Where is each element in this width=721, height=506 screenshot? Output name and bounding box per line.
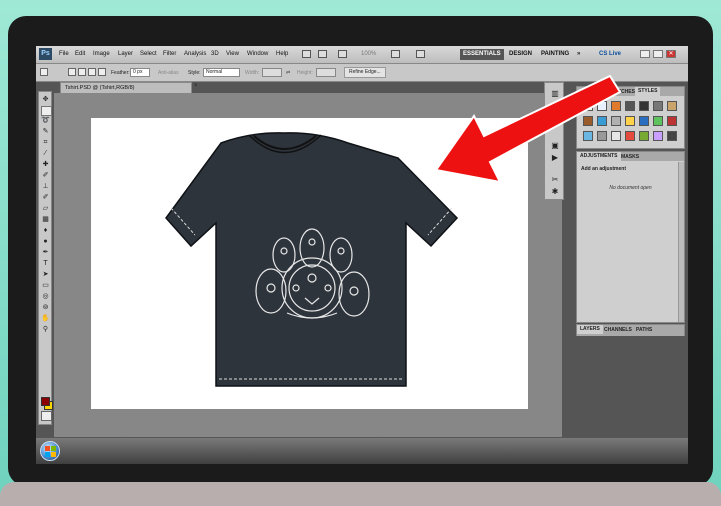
move-tool-icon[interactable]: ✥ [41, 96, 50, 104]
eyedropper-tool-icon[interactable]: ⁄ [41, 150, 50, 158]
menu-image[interactable]: Image [93, 51, 110, 57]
marquee-tool-preset-icon[interactable] [40, 68, 48, 76]
workspace-design[interactable]: DESIGN [506, 49, 535, 60]
feather-label: Feather: [111, 70, 130, 76]
menu-bar: Ps File Edit Image Layer Select Filter A… [36, 46, 688, 64]
view-extras-icon[interactable] [338, 50, 347, 58]
cs-live-button[interactable]: CS Live [599, 51, 621, 57]
type-tool-icon[interactable]: T [41, 260, 50, 268]
quick-select-tool-icon[interactable]: ✎ [41, 128, 50, 136]
close-icon[interactable]: ✕ [666, 50, 676, 58]
width-input[interactable] [262, 68, 282, 77]
red-arrow-icon [434, 74, 622, 184]
layers-panel: LAYERS CHANNELS PATHS [576, 324, 685, 336]
style-swatch[interactable] [639, 131, 649, 141]
workspace-painting[interactable]: PAINTING [538, 49, 572, 60]
laptop-base [0, 482, 721, 506]
menu-select[interactable]: Select [140, 51, 157, 57]
photoshop-logo[interactable]: Ps [39, 48, 52, 60]
height-input[interactable] [316, 68, 336, 77]
document-close-icon[interactable]: × [194, 83, 198, 89]
menu-edit[interactable]: Edit [75, 51, 85, 57]
workspace-more[interactable]: » [574, 49, 583, 60]
style-swatch[interactable] [653, 131, 663, 141]
foreground-color-swatch[interactable] [41, 397, 50, 406]
tab-paths[interactable]: PATHS [636, 327, 652, 333]
tshirt-body [165, 132, 459, 387]
intersect-selection-icon[interactable] [98, 68, 106, 76]
tab-channels[interactable]: CHANNELS [604, 327, 632, 333]
style-swatch[interactable] [667, 116, 677, 126]
tab-layers[interactable]: LAYERS [577, 325, 603, 334]
tab-styles[interactable]: STYLES [635, 87, 661, 96]
clone-stamp-tool-icon[interactable]: ⊥ [41, 183, 50, 191]
maximize-icon[interactable] [653, 50, 663, 58]
windows-start-orb-icon[interactable] [40, 441, 60, 461]
new-selection-icon[interactable] [68, 68, 76, 76]
arrange-documents-icon[interactable] [391, 50, 400, 58]
style-swatch[interactable] [653, 116, 663, 126]
shape-tool-icon[interactable]: ▭ [41, 282, 50, 290]
pen-tool-icon[interactable]: ✒ [41, 249, 50, 257]
style-swatch[interactable] [653, 101, 663, 111]
style-swatch[interactable] [667, 101, 677, 111]
height-label: Height: [297, 70, 313, 76]
menu-3d[interactable]: 3D [211, 51, 219, 57]
menu-analysis[interactable]: Analysis [184, 51, 206, 57]
brush-tool-icon[interactable]: ✐ [41, 172, 50, 180]
path-select-tool-icon[interactable]: ➤ [41, 271, 50, 279]
3d-rotate-tool-icon[interactable]: ◎ [41, 293, 50, 301]
3d-orbit-tool-icon[interactable]: ⊚ [41, 304, 50, 312]
windows-taskbar [36, 438, 688, 464]
healing-brush-tool-icon[interactable]: ✚ [41, 161, 50, 169]
style-select[interactable]: Normal [203, 68, 240, 77]
workspace-essentials[interactable]: ESSENTIALS [460, 49, 504, 60]
layers-panel-tabs: LAYERS CHANNELS PATHS [577, 325, 684, 336]
zoom-level[interactable]: 100% [361, 51, 376, 57]
antialias-checkbox[interactable]: Anti-alias [158, 70, 179, 76]
zoom-tool-icon[interactable]: ⚲ [41, 326, 50, 334]
feather-input[interactable]: 0 px [130, 68, 150, 77]
bridge-icon[interactable] [302, 50, 311, 58]
menu-window[interactable]: Window [247, 51, 268, 57]
swap-icon[interactable]: ⇄ [286, 70, 290, 76]
eraser-tool-icon[interactable]: ▱ [41, 205, 50, 213]
adjustments-scrollbar[interactable] [678, 162, 684, 322]
marquee-tool-icon[interactable] [41, 106, 52, 116]
refine-edge-button[interactable]: Refine Edge... [344, 67, 386, 78]
style-swatch[interactable] [639, 116, 649, 126]
subtract-selection-icon[interactable] [88, 68, 96, 76]
tools-panel: ✥ ➰ ✎ ⌗ ⁄ ✚ ✐ ⊥ ✐ ▱ ▦ ♦ ● ✒ T ➤ ▭ ◎ ⊚ ✋ … [38, 91, 53, 425]
history-brush-tool-icon[interactable]: ✐ [41, 194, 50, 202]
style-label: Style: [188, 70, 201, 76]
style-swatch[interactable] [667, 131, 677, 141]
menu-layer[interactable]: Layer [118, 51, 133, 57]
dodge-tool-icon[interactable]: ● [41, 238, 50, 246]
width-label: Width: [245, 70, 260, 76]
menu-view[interactable]: View [226, 51, 239, 57]
gradient-tool-icon[interactable]: ▦ [41, 216, 50, 224]
lasso-tool-icon[interactable]: ➰ [41, 117, 50, 125]
document-tab[interactable]: Tshirt.PSD @ (Tshirt,RGB/8) [60, 82, 192, 93]
blur-tool-icon[interactable]: ♦ [41, 227, 50, 235]
crop-tool-icon[interactable]: ⌗ [41, 139, 50, 147]
hand-tool-icon[interactable]: ✋ [41, 315, 50, 323]
mini-bridge-icon[interactable] [318, 50, 327, 58]
minimize-icon[interactable] [640, 50, 650, 58]
menu-help[interactable]: Help [276, 51, 288, 57]
style-swatch[interactable] [639, 101, 649, 111]
add-selection-icon[interactable] [78, 68, 86, 76]
menu-file[interactable]: File [59, 51, 69, 57]
quick-mask-icon[interactable] [41, 411, 52, 421]
screen-mode-icon[interactable] [416, 50, 425, 58]
menu-filter[interactable]: Filter [163, 51, 176, 57]
